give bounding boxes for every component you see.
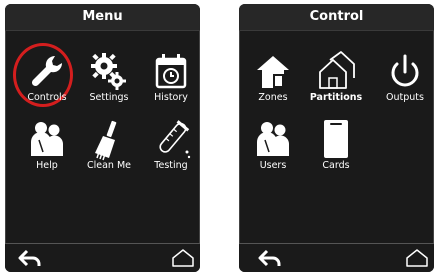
tile-history-label: History — [154, 92, 188, 103]
tile-testing-label: Testing — [154, 160, 188, 171]
tile-help[interactable]: Help — [17, 114, 77, 178]
gears-icon — [87, 50, 131, 94]
brush-clean-icon — [87, 118, 131, 162]
calendar-history-icon — [149, 50, 193, 94]
zones-house-icon — [251, 50, 295, 94]
users-icon — [251, 118, 295, 162]
tile-clean-me[interactable]: Clean Me — [79, 114, 139, 178]
people-help-icon — [25, 118, 69, 162]
control-title: Control — [239, 4, 434, 31]
home-icon[interactable] — [170, 248, 196, 268]
tile-cards[interactable]: Cards — [306, 114, 366, 178]
tile-partitions[interactable]: Partitions — [306, 46, 366, 110]
tile-cards-label: Cards — [322, 160, 350, 171]
partitions-house-icon — [314, 50, 358, 94]
tile-history[interactable]: History — [141, 46, 200, 110]
menu-screen: Menu Controls Settings History Help Clea… — [5, 4, 200, 272]
home-icon[interactable] — [404, 248, 430, 268]
wrench-icon — [25, 50, 69, 94]
control-screen: Control Zones Partitions Outputs Users C… — [239, 4, 434, 272]
tile-testing[interactable]: Testing — [141, 114, 200, 178]
tile-outputs[interactable]: Outputs — [375, 46, 434, 110]
tile-partitions-label: Partitions — [309, 92, 363, 103]
tile-settings[interactable]: Settings — [79, 46, 139, 110]
back-arrow-icon[interactable] — [257, 248, 283, 268]
tile-users[interactable]: Users — [243, 114, 303, 178]
tile-zones[interactable]: Zones — [243, 46, 303, 110]
test-tube-icon — [149, 118, 193, 162]
back-arrow-icon[interactable] — [17, 248, 43, 268]
power-icon — [383, 50, 427, 94]
tile-outputs-label: Outputs — [386, 92, 424, 103]
menu-title: Menu — [5, 4, 200, 31]
menu-bottom-bar — [5, 243, 200, 272]
card-icon — [314, 118, 358, 162]
tile-controls[interactable]: Controls — [17, 46, 77, 110]
control-bottom-bar — [239, 243, 434, 272]
